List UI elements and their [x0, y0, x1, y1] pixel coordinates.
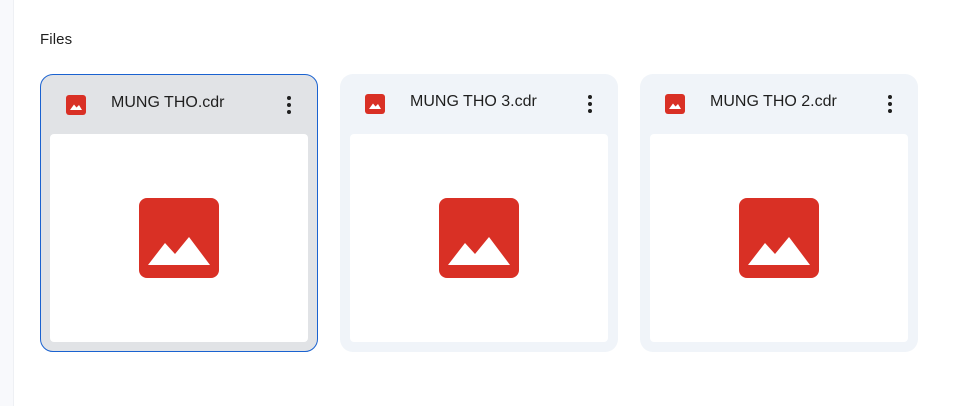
file-thumbnail[interactable] [650, 134, 908, 342]
more-options-button[interactable] [275, 91, 303, 119]
file-card-header: MUNG THO 2.cdr [640, 74, 918, 134]
image-preview-icon [139, 198, 219, 278]
image-file-icon [365, 94, 385, 114]
file-name: MUNG THO 2.cdr [710, 93, 837, 110]
section-title: Files [40, 31, 73, 48]
file-card[interactable]: MUNG THO.cdr [40, 74, 318, 352]
file-name: MUNG THO.cdr [111, 94, 225, 111]
file-card[interactable]: MUNG THO 3.cdr [340, 74, 618, 352]
file-card[interactable]: MUNG THO 2.cdr [640, 74, 918, 352]
left-panel-edge [0, 0, 14, 406]
image-file-icon [66, 95, 86, 115]
more-vert-icon [588, 95, 592, 113]
image-preview-icon [739, 198, 819, 278]
image-file-icon [665, 94, 685, 114]
file-thumbnail[interactable] [350, 134, 608, 342]
file-thumbnail[interactable] [50, 134, 308, 342]
more-options-button[interactable] [576, 90, 604, 118]
file-grid: MUNG THO.cdr MUNG THO 3.cdr MUNG THO 2.c… [40, 74, 918, 352]
file-name: MUNG THO 3.cdr [410, 93, 537, 110]
image-preview-icon [439, 198, 519, 278]
more-vert-icon [287, 96, 291, 114]
more-vert-icon [888, 95, 892, 113]
file-card-header: MUNG THO.cdr [41, 75, 317, 135]
file-card-header: MUNG THO 3.cdr [340, 74, 618, 134]
more-options-button[interactable] [876, 90, 904, 118]
